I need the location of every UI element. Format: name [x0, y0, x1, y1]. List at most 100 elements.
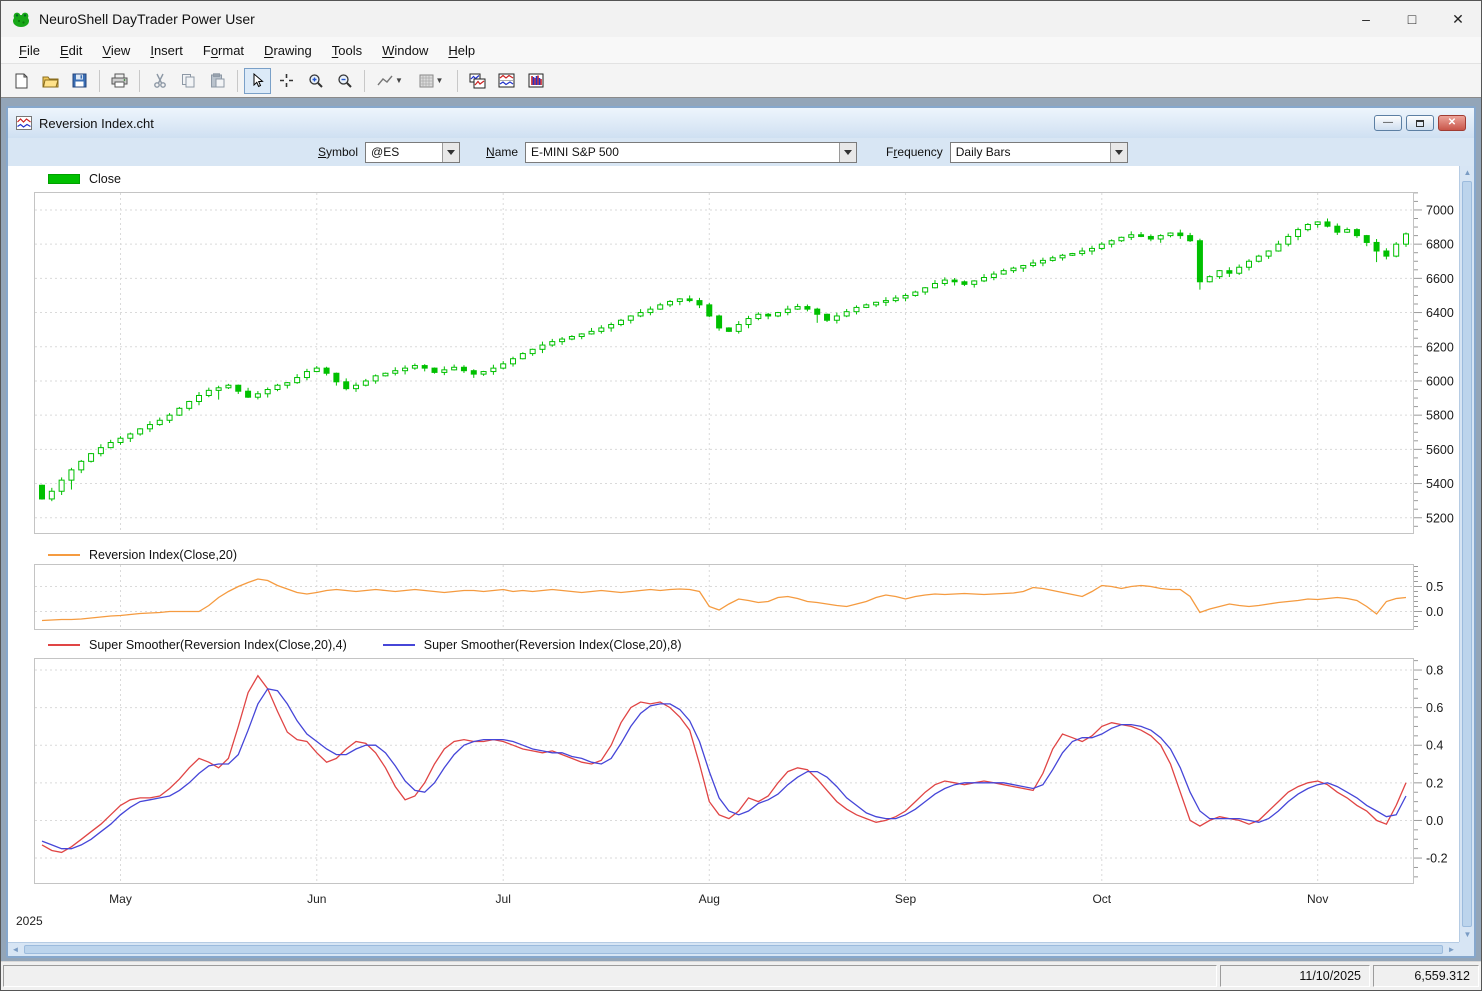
- horizontal-scrollbar-thumb[interactable]: [24, 945, 1443, 954]
- pattern-fill-button[interactable]: ▼: [411, 68, 451, 94]
- chart-window-title-bar[interactable]: Reversion Index.cht — ✕: [8, 108, 1474, 138]
- menu-edit[interactable]: Edit: [50, 39, 92, 62]
- super-smoother-8-legend-swatch: [383, 644, 415, 646]
- super-smoother-8-legend-label: Super Smoother(Reversion Index(Close,20)…: [424, 638, 682, 652]
- pointer-tool-button[interactable]: [244, 68, 271, 94]
- svg-text:6200: 6200: [1426, 340, 1454, 354]
- symbol-label: Symbol: [318, 145, 358, 159]
- menu-file[interactable]: File: [9, 39, 50, 62]
- chevron-down-icon[interactable]: [442, 143, 459, 162]
- price-candlestick-pane[interactable]: 7000680066006400620060005800560054005200: [34, 192, 1460, 534]
- frequency-label: Frequency: [886, 145, 943, 159]
- chart-close-button[interactable]: ✕: [1438, 115, 1466, 131]
- chart-restore-button[interactable]: [1406, 115, 1434, 131]
- bar-chart-window-button[interactable]: [522, 68, 549, 94]
- svg-text:0.5: 0.5: [1426, 580, 1443, 594]
- scroll-left-arrow-icon[interactable]: ◄: [8, 943, 23, 956]
- menu-view[interactable]: View: [92, 39, 140, 62]
- super-smoother-pane[interactable]: 0.80.60.40.20.0-0.2: [34, 658, 1460, 884]
- paste-button[interactable]: [204, 68, 231, 94]
- title-bar: NeuroShell DayTrader Power User – □ ✕: [1, 1, 1481, 37]
- trendline-tool-button[interactable]: ▼: [371, 68, 409, 94]
- status-price-panel: 6,559.312: [1373, 965, 1479, 987]
- frequency-combobox[interactable]: Daily Bars: [950, 142, 1128, 163]
- close-button[interactable]: ✕: [1435, 1, 1481, 37]
- legend-close: Close: [48, 172, 121, 186]
- chart-region: Close 7000680066006400620060005800560054…: [8, 166, 1474, 956]
- cascade-charts-button[interactable]: [464, 68, 491, 94]
- menu-bar: FileEditViewInsertFormatDrawingToolsWind…: [1, 37, 1481, 64]
- menu-drawing[interactable]: Drawing: [254, 39, 322, 62]
- svg-text:0.4: 0.4: [1426, 739, 1443, 753]
- chart-controls-row: Symbol @ES Name E-MINI S&P 500 Frequency…: [8, 138, 1474, 166]
- indicator-window-icon: [498, 73, 515, 88]
- scrollbar-corner: [1459, 942, 1474, 956]
- super-smoother-4-legend-swatch: [48, 644, 80, 646]
- vertical-scrollbar[interactable]: ▲ ▼: [1459, 166, 1474, 942]
- reversion-index-legend-label: Reversion Index(Close,20): [89, 548, 237, 562]
- status-date-panel: 11/10/2025: [1220, 965, 1370, 987]
- zoom-in-button[interactable]: [302, 68, 329, 94]
- chevron-down-icon[interactable]: [839, 143, 856, 162]
- x-axis-month-label: May: [103, 892, 139, 906]
- close-legend-label: Close: [89, 172, 121, 186]
- scroll-right-arrow-icon[interactable]: ►: [1444, 943, 1459, 956]
- save-button[interactable]: [66, 68, 93, 94]
- open-file-button[interactable]: [37, 68, 64, 94]
- vertical-scrollbar-thumb[interactable]: [1462, 181, 1472, 927]
- crosshair-tool-button[interactable]: [273, 68, 300, 94]
- zoom-in-icon: [308, 73, 324, 89]
- open-folder-icon: [42, 74, 60, 88]
- x-axis-month-label: Nov: [1300, 892, 1336, 906]
- svg-text:5200: 5200: [1426, 511, 1454, 525]
- scroll-up-arrow-icon[interactable]: ▲: [1460, 166, 1474, 180]
- scroll-down-arrow-icon[interactable]: ▼: [1460, 928, 1474, 942]
- pattern-fill-icon: [419, 74, 434, 88]
- menu-insert[interactable]: Insert: [140, 39, 193, 62]
- copy-button[interactable]: [175, 68, 202, 94]
- copy-icon: [181, 73, 196, 88]
- legend-super-smoother: Super Smoother(Reversion Index(Close,20)…: [48, 638, 682, 652]
- svg-text:0.0: 0.0: [1426, 814, 1443, 828]
- svg-text:5400: 5400: [1426, 477, 1454, 491]
- x-axis-month-label: Oct: [1084, 892, 1120, 906]
- svg-text:5600: 5600: [1426, 443, 1454, 457]
- name-combobox[interactable]: E-MINI S&P 500: [525, 142, 857, 163]
- chevron-down-icon[interactable]: [1110, 143, 1127, 162]
- menu-help[interactable]: Help: [438, 39, 485, 62]
- pointer-icon: [251, 73, 264, 88]
- svg-text:0.6: 0.6: [1426, 701, 1443, 715]
- print-button[interactable]: [106, 68, 133, 94]
- svg-text:6600: 6600: [1426, 272, 1454, 286]
- toolbar-separator: [99, 70, 100, 92]
- indicator-window-button[interactable]: [493, 68, 520, 94]
- x-axis-months: MayJunJulAugSepOctNov: [34, 892, 1414, 906]
- maximize-button[interactable]: □: [1389, 1, 1435, 37]
- chart-minimize-button[interactable]: —: [1374, 115, 1402, 131]
- x-axis-month-label: Aug: [691, 892, 727, 906]
- chart-document-window: Reversion Index.cht — ✕ Symbol @ES Name …: [6, 106, 1476, 958]
- new-document-button[interactable]: [8, 68, 35, 94]
- legend-reversion-index: Reversion Index(Close,20): [48, 548, 237, 562]
- svg-text:0.2: 0.2: [1426, 776, 1443, 790]
- svg-text:-0.2: -0.2: [1426, 852, 1448, 866]
- mdi-workspace: Reversion Index.cht — ✕ Symbol @ES Name …: [1, 98, 1481, 961]
- svg-text:5800: 5800: [1426, 409, 1454, 423]
- print-icon: [111, 73, 128, 88]
- menu-tools[interactable]: Tools: [322, 39, 372, 62]
- minimize-button[interactable]: –: [1343, 1, 1389, 37]
- close-legend-swatch: [48, 174, 80, 184]
- crosshair-icon: [279, 73, 294, 88]
- zoom-out-button[interactable]: [331, 68, 358, 94]
- menu-format[interactable]: Format: [193, 39, 254, 62]
- horizontal-scrollbar[interactable]: ◄ ►: [8, 942, 1459, 956]
- menu-window[interactable]: Window: [372, 39, 438, 62]
- cut-button[interactable]: [146, 68, 173, 94]
- reversion-index-pane[interactable]: 0.50.0: [34, 564, 1460, 630]
- trendline-icon: [377, 75, 393, 87]
- save-icon: [72, 73, 87, 88]
- symbol-combobox[interactable]: @ES: [365, 142, 460, 163]
- bar-chart-window-icon: [528, 73, 544, 88]
- frequency-value: Daily Bars: [951, 145, 1110, 159]
- svg-text:7000: 7000: [1426, 203, 1454, 217]
